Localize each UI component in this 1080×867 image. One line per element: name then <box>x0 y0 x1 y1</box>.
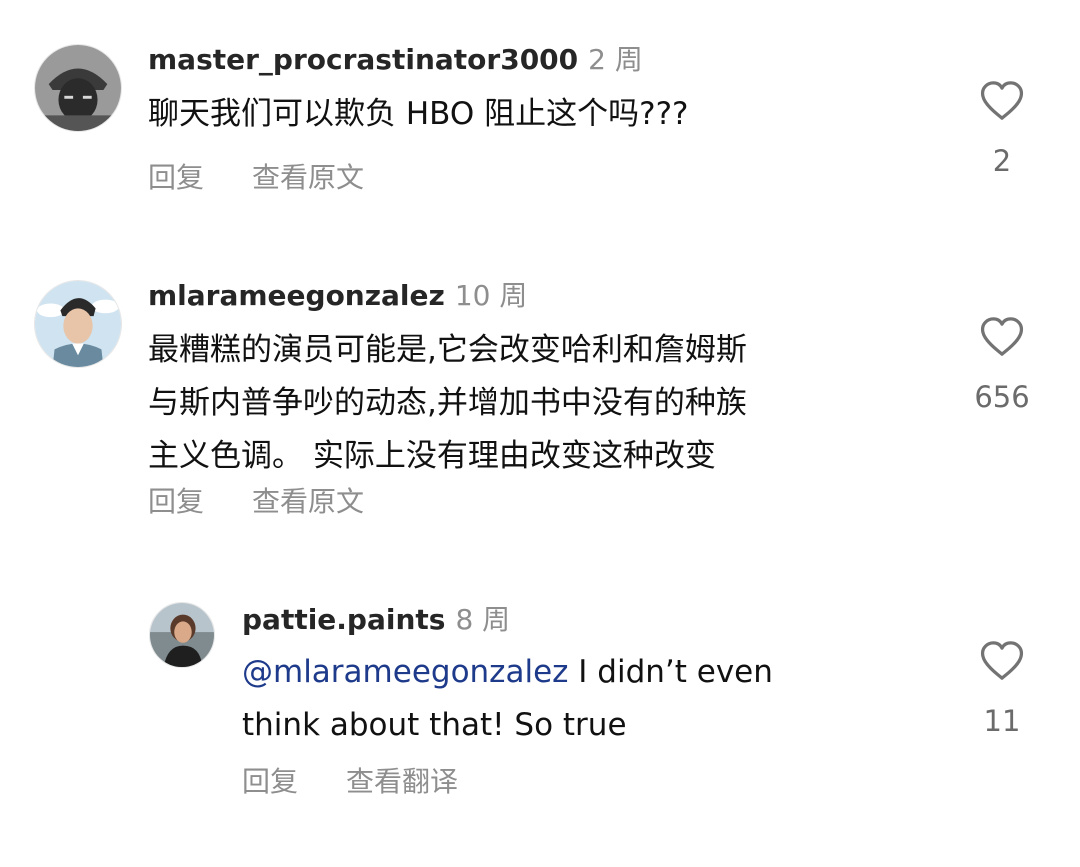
comment-text: 最糟糕的演员可能是,它会改变哈利和詹姆斯 与斯内普争吵的动态,并增加书中没有的种… <box>148 332 747 474</box>
comment-text: 聊天我们可以欺负 HBO 阻止这个吗??? <box>148 96 689 132</box>
like-count: 656 <box>974 380 1030 414</box>
comment-header: pattie.paints 8 周 <box>242 602 510 638</box>
comment-actions: 回复 查看翻译 <box>242 764 458 800</box>
username[interactable]: pattie.paints <box>242 603 445 636</box>
reply-button[interactable]: 回复 <box>148 484 204 520</box>
reply-button[interactable]: 回复 <box>148 160 204 196</box>
reply-button[interactable]: 回复 <box>242 764 298 800</box>
timestamp: 10 周 <box>454 279 528 312</box>
heart-outline-icon[interactable] <box>979 80 1025 122</box>
comment-text: @mlarameegonzalez I didn’t even think ab… <box>242 646 773 752</box>
avatar[interactable] <box>149 602 215 668</box>
heart-outline-icon[interactable] <box>979 640 1025 682</box>
username[interactable]: mlarameegonzalez <box>148 279 445 312</box>
see-original-button[interactable]: 查看原文 <box>252 160 364 196</box>
like-count: 2 <box>992 144 1012 178</box>
username[interactable]: master_procrastinator3000 <box>148 43 578 76</box>
like-control: 656 <box>957 316 1047 414</box>
see-translation-button[interactable]: 查看翻译 <box>346 764 458 800</box>
reply-item: pattie.paints 8 周 @mlarameegonzalez I did… <box>0 560 1080 860</box>
like-count: 11 <box>983 704 1021 738</box>
avatar[interactable] <box>34 280 122 368</box>
timestamp: 2 周 <box>588 43 643 76</box>
avatar[interactable] <box>34 44 122 132</box>
user-mention-link[interactable]: @mlarameegonzalez <box>242 654 568 690</box>
comment-header: master_procrastinator3000 2 周 <box>148 42 643 78</box>
like-control: 2 <box>957 80 1047 178</box>
comment-actions: 回复 查看原文 <box>148 160 364 196</box>
comment-actions: 回复 查看原文 <box>148 484 364 520</box>
comment-item: master_procrastinator3000 2 周 聊天我们可以欺负 HB… <box>0 0 1080 230</box>
comment-header: mlarameegonzalez 10 周 <box>148 278 527 314</box>
timestamp: 8 周 <box>455 603 511 636</box>
heart-outline-icon[interactable] <box>979 316 1025 358</box>
comment-item: mlarameegonzalez 10 周 最糟糕的演员可能是,它会改变哈利和詹姆… <box>0 230 1080 560</box>
see-original-button[interactable]: 查看原文 <box>252 484 364 520</box>
like-control: 11 <box>957 640 1047 738</box>
